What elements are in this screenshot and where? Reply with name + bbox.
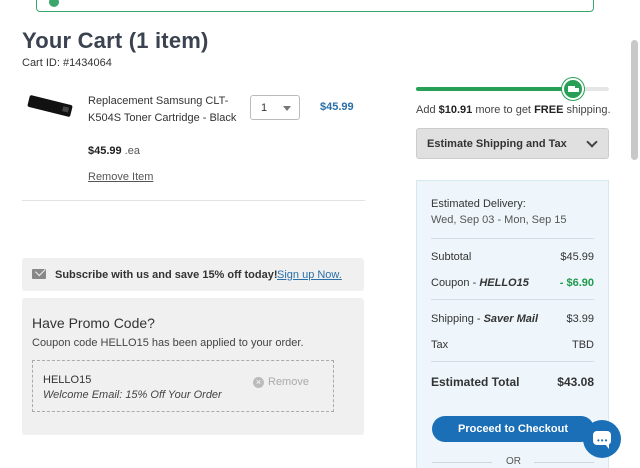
total-value: $43.08: [557, 375, 594, 389]
quantity-value: 1: [261, 102, 268, 114]
progress-fill: [416, 87, 573, 91]
signup-link[interactable]: Sign up Now.: [277, 269, 342, 281]
shipping-method: Saver Mail: [483, 313, 539, 325]
toner-cartridge-image[interactable]: [27, 94, 73, 118]
quantity-select[interactable]: 1: [250, 95, 300, 120]
chevron-down-icon: [283, 106, 291, 111]
coupon-code: HELLO15: [43, 374, 92, 386]
promo-code-panel: Have Promo Code? Coupon code HELLO15 has…: [22, 298, 364, 435]
total-label: Estimated Total: [431, 375, 520, 389]
unit-price: $45.99 .ea: [88, 145, 140, 157]
coupon-line-label: Coupon - HELLO15: [431, 277, 529, 289]
subtotal-label: Subtotal: [431, 251, 472, 263]
truck-icon: [562, 78, 584, 100]
unit-suffix: .ea: [124, 145, 140, 157]
shipping-value: $3.99: [566, 313, 594, 325]
cart-id: Cart ID: #1434064: [22, 57, 112, 69]
tax-label: Tax: [431, 339, 449, 351]
subscribe-bar: Subscribe with us and save 15% off today…: [22, 258, 364, 291]
coupon-description: Welcome Email: 15% Off Your Order: [43, 389, 222, 401]
delivery-range: Wed, Sep 03 - Mon, Sep 15: [431, 214, 567, 226]
promo-title: Have Promo Code?: [32, 315, 155, 331]
coupon-line-code: HELLO15: [479, 277, 529, 289]
scrollbar[interactable]: [631, 40, 638, 160]
success-icon: [49, 0, 59, 7]
divider: [534, 462, 594, 463]
notification-banner: [36, 0, 594, 12]
mail-icon: [32, 269, 46, 279]
estimate-shipping-label: Estimate Shipping and Tax: [427, 138, 567, 150]
subscribe-text: Subscribe with us and save 15% off today…: [55, 269, 278, 281]
remove-coupon-label: Remove: [268, 376, 309, 388]
divider: [431, 238, 594, 239]
free-label: FREE: [534, 104, 564, 116]
close-icon: ×: [253, 376, 264, 388]
shipping-msg-suffix: shipping.: [563, 104, 611, 116]
divider: [22, 200, 365, 201]
unit-price-value: $45.99: [88, 145, 122, 157]
delivery-label: Estimated Delivery:: [431, 198, 526, 210]
line-total: $45.99: [320, 101, 354, 113]
applied-coupon: HELLO15 Welcome Email: 15% Off Your Orde…: [32, 360, 334, 412]
remove-item-link[interactable]: Remove Item: [88, 171, 153, 183]
product-name-link[interactable]: Replacement Samsung CLT-K504S Toner Cart…: [88, 93, 238, 127]
subtotal-value: $45.99: [560, 251, 594, 263]
free-shipping-message: Add $10.91 more to get FREE shipping.: [416, 104, 611, 116]
divider: [431, 299, 594, 300]
proceed-to-checkout-button[interactable]: Proceed to Checkout: [432, 416, 594, 442]
divider: [431, 361, 594, 362]
remove-coupon-button[interactable]: × Remove: [253, 376, 309, 388]
or-label: OR: [506, 456, 521, 467]
chat-dots-icon: •••: [597, 436, 609, 445]
or-separator: OR: [432, 456, 594, 468]
tax-value: TBD: [572, 339, 594, 351]
shipping-msg-middle: more to get: [472, 104, 535, 116]
coupon-line-prefix: Coupon -: [431, 277, 480, 289]
page-title: Your Cart (1 item): [22, 28, 209, 53]
divider: [432, 462, 492, 463]
shipping-line-prefix: Shipping -: [431, 313, 484, 325]
shipping-amount: $10.91: [438, 104, 473, 116]
chat-button[interactable]: •••: [583, 420, 621, 458]
coupon-value: - $6.90: [559, 277, 594, 289]
shipping-msg-prefix: Add: [416, 104, 439, 116]
estimate-shipping-button[interactable]: Estimate Shipping and Tax: [416, 128, 609, 159]
promo-applied-message: Coupon code HELLO15 has been applied to …: [32, 337, 304, 349]
chevron-down-icon: [586, 136, 598, 148]
shipping-line-label: Shipping - Saver Mail: [431, 313, 538, 325]
